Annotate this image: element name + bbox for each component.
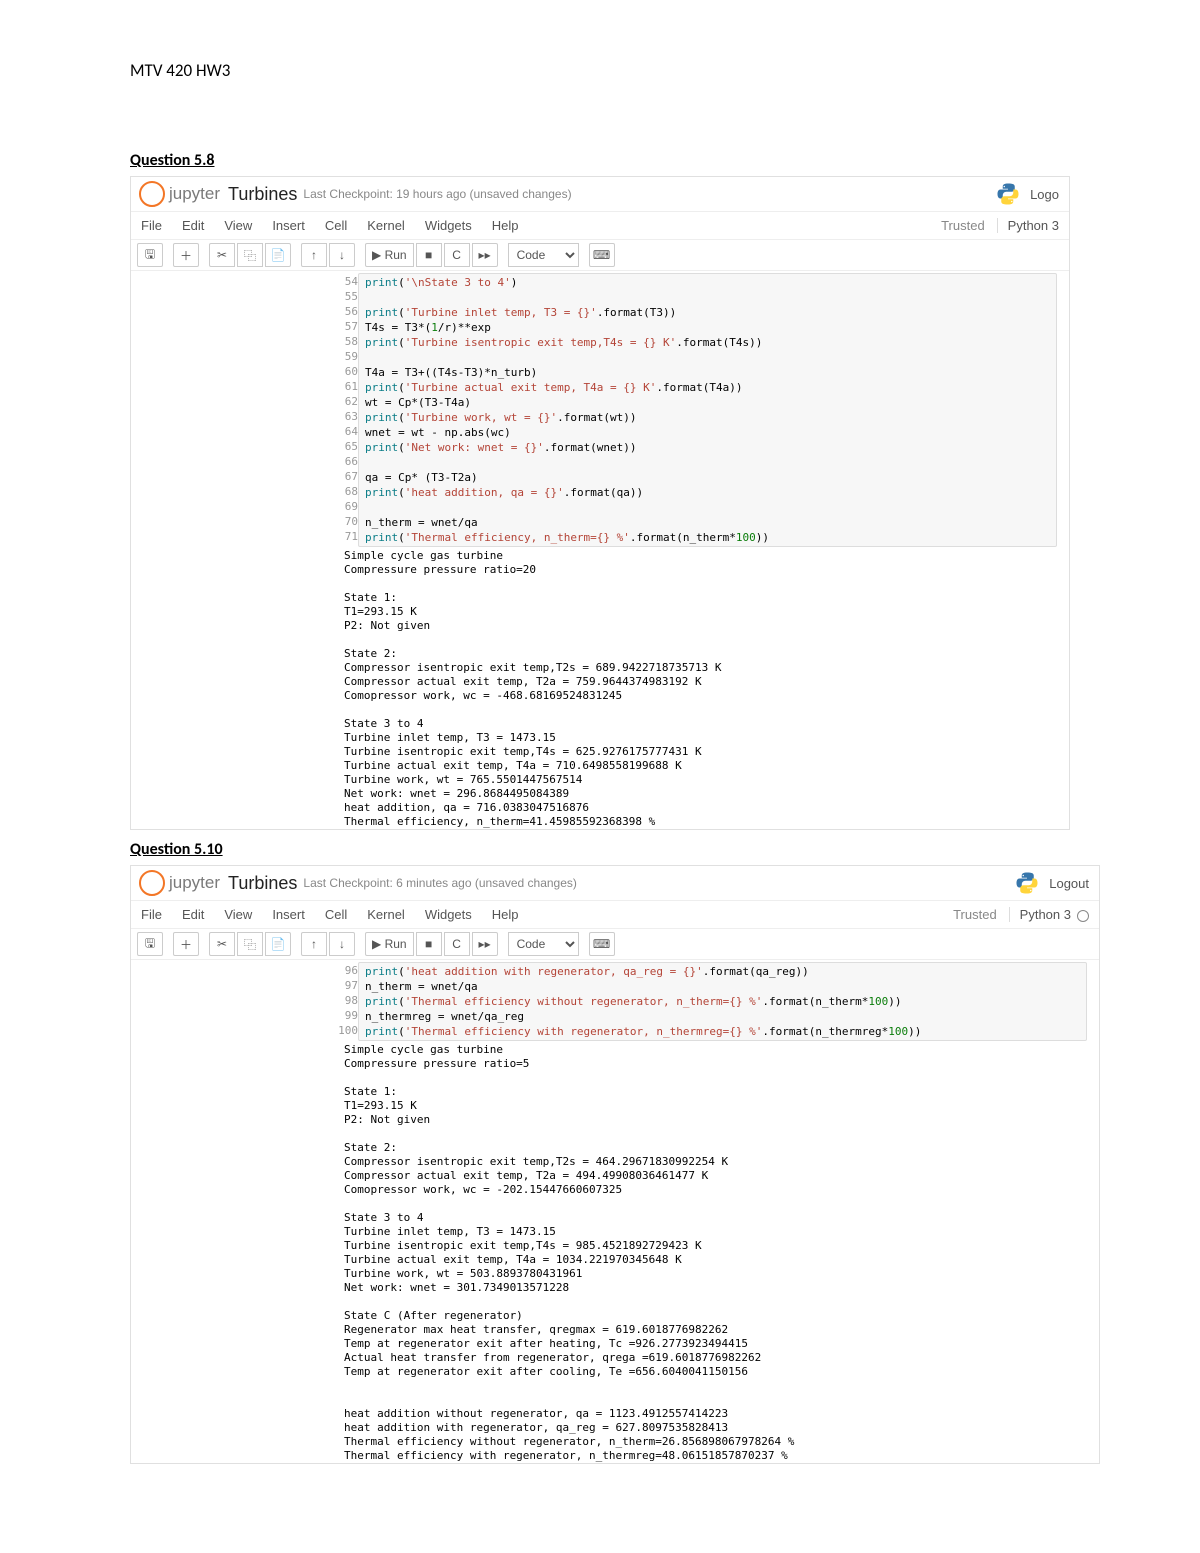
menu-file[interactable]: File xyxy=(131,907,172,922)
toolbar-row: 🖫 ＋ ✂ ⿻ 📄 ↑ ↓ ▶ Run ■ C ▸▸ Code ⌨ xyxy=(131,240,1069,271)
menu-insert[interactable]: Insert xyxy=(262,218,315,233)
menu-cell[interactable]: Cell xyxy=(315,218,357,233)
restart-button[interactable]: C xyxy=(444,243,470,267)
restart-run-all-button[interactable]: ▸▸ xyxy=(472,243,498,267)
menu-kernel[interactable]: Kernel xyxy=(357,218,415,233)
run-button[interactable]: ▶ Run xyxy=(365,243,414,267)
menu-view[interactable]: View xyxy=(214,907,262,922)
cell-type-select[interactable]: Code xyxy=(508,243,579,267)
document-title: MTV 420 HW3 xyxy=(130,60,1200,81)
jupyter-logo[interactable]: jupyter xyxy=(139,870,220,896)
cut-button[interactable]: ✂ xyxy=(209,932,235,956)
add-cell-button[interactable]: ＋ xyxy=(173,243,199,267)
interrupt-button[interactable]: ■ xyxy=(416,932,442,956)
notebook-area: 96 97 98 99 100 print('heat addition wit… xyxy=(131,960,1099,1463)
logout-link[interactable]: Logo xyxy=(1030,187,1059,202)
trusted-indicator: Trusted xyxy=(953,907,997,922)
code-cell: 54 55 56 57 58 59 60 61 62 63 64 65 66 6… xyxy=(131,273,1057,547)
header-row: jupyter Turbines Last Checkpoint: 19 hou… xyxy=(131,177,1069,212)
code-editor[interactable]: print('heat addition with regenerator, q… xyxy=(358,962,1087,1041)
menu-insert[interactable]: Insert xyxy=(262,907,315,922)
jupyter-word: jupyter xyxy=(169,873,220,893)
line-number-gutter: 54 55 56 57 58 59 60 61 62 63 64 65 66 6… xyxy=(326,273,358,547)
header-row: jupyter Turbines Last Checkpoint: 6 minu… xyxy=(131,866,1099,901)
command-palette-button[interactable]: ⌨ xyxy=(589,932,615,956)
jupyter-frame-1: jupyter Turbines Last Checkpoint: 19 hou… xyxy=(130,176,1070,830)
run-button[interactable]: ▶ Run xyxy=(365,932,414,956)
checkpoint-text: Last Checkpoint: 19 hours ago (unsaved c… xyxy=(303,187,571,201)
copy-button[interactable]: ⿻ xyxy=(237,243,263,267)
move-up-button[interactable]: ↑ xyxy=(301,932,327,956)
question-heading-2: Question 5.10 xyxy=(130,840,1200,859)
output-block: Simple cycle gas turbine Compressure pre… xyxy=(344,1043,1099,1463)
paste-button[interactable]: 📄 xyxy=(265,243,291,267)
menu-help[interactable]: Help xyxy=(482,907,529,922)
output-block: Simple cycle gas turbine Compressure pre… xyxy=(344,549,1069,829)
notebook-name[interactable]: Turbines xyxy=(228,873,297,894)
menu-widgets[interactable]: Widgets xyxy=(415,218,482,233)
interrupt-button[interactable]: ■ xyxy=(416,243,442,267)
restart-run-all-button[interactable]: ▸▸ xyxy=(472,932,498,956)
jupyter-icon xyxy=(139,870,165,896)
trusted-indicator: Trusted xyxy=(941,218,985,233)
jupyter-icon xyxy=(139,181,165,207)
menu-view[interactable]: View xyxy=(214,218,262,233)
toolbar-row: 🖫 ＋ ✂ ⿻ 📄 ↑ ↓ ▶ Run ■ C ▸▸ Code ⌨ xyxy=(131,929,1099,960)
move-down-button[interactable]: ↓ xyxy=(329,243,355,267)
menu-cell[interactable]: Cell xyxy=(315,907,357,922)
checkpoint-text: Last Checkpoint: 6 minutes ago (unsaved … xyxy=(303,876,577,890)
code-cell: 96 97 98 99 100 print('heat addition wit… xyxy=(131,962,1087,1041)
kernel-name[interactable]: Python 3 xyxy=(1009,907,1089,922)
menu-kernel[interactable]: Kernel xyxy=(357,907,415,922)
jupyter-word: jupyter xyxy=(169,184,220,204)
kernel-name[interactable]: Python 3 xyxy=(997,218,1059,233)
cut-button[interactable]: ✂ xyxy=(209,243,235,267)
restart-button[interactable]: C xyxy=(444,932,470,956)
menu-edit[interactable]: Edit xyxy=(172,218,214,233)
paste-button[interactable]: 📄 xyxy=(265,932,291,956)
python-logo-icon xyxy=(1015,871,1039,895)
move-up-button[interactable]: ↑ xyxy=(301,243,327,267)
menu-file[interactable]: File xyxy=(131,218,172,233)
add-cell-button[interactable]: ＋ xyxy=(173,932,199,956)
jupyter-logo[interactable]: jupyter xyxy=(139,181,220,207)
menu-widgets[interactable]: Widgets xyxy=(415,907,482,922)
code-editor[interactable]: print('\nState 3 to 4') print('Turbine i… xyxy=(358,273,1057,547)
menu-help[interactable]: Help xyxy=(482,218,529,233)
cell-type-select[interactable]: Code xyxy=(508,932,579,956)
copy-button[interactable]: ⿻ xyxy=(237,932,263,956)
save-button[interactable]: 🖫 xyxy=(137,243,163,267)
command-palette-button[interactable]: ⌨ xyxy=(589,243,615,267)
line-number-gutter: 96 97 98 99 100 xyxy=(326,962,358,1041)
question-heading-1: Question 5.8 xyxy=(130,151,1200,170)
jupyter-frame-2: jupyter Turbines Last Checkpoint: 6 minu… xyxy=(130,865,1100,1464)
save-button[interactable]: 🖫 xyxy=(137,932,163,956)
logout-link[interactable]: Logout xyxy=(1049,876,1089,891)
menu-row: File Edit View Insert Cell Kernel Widget… xyxy=(131,901,1099,929)
python-logo-icon xyxy=(996,182,1020,206)
notebook-area: 54 55 56 57 58 59 60 61 62 63 64 65 66 6… xyxy=(131,271,1069,829)
menu-edit[interactable]: Edit xyxy=(172,907,214,922)
notebook-name[interactable]: Turbines xyxy=(228,184,297,205)
menu-row: File Edit View Insert Cell Kernel Widget… xyxy=(131,212,1069,240)
kernel-indicator-icon xyxy=(1077,910,1089,922)
move-down-button[interactable]: ↓ xyxy=(329,932,355,956)
